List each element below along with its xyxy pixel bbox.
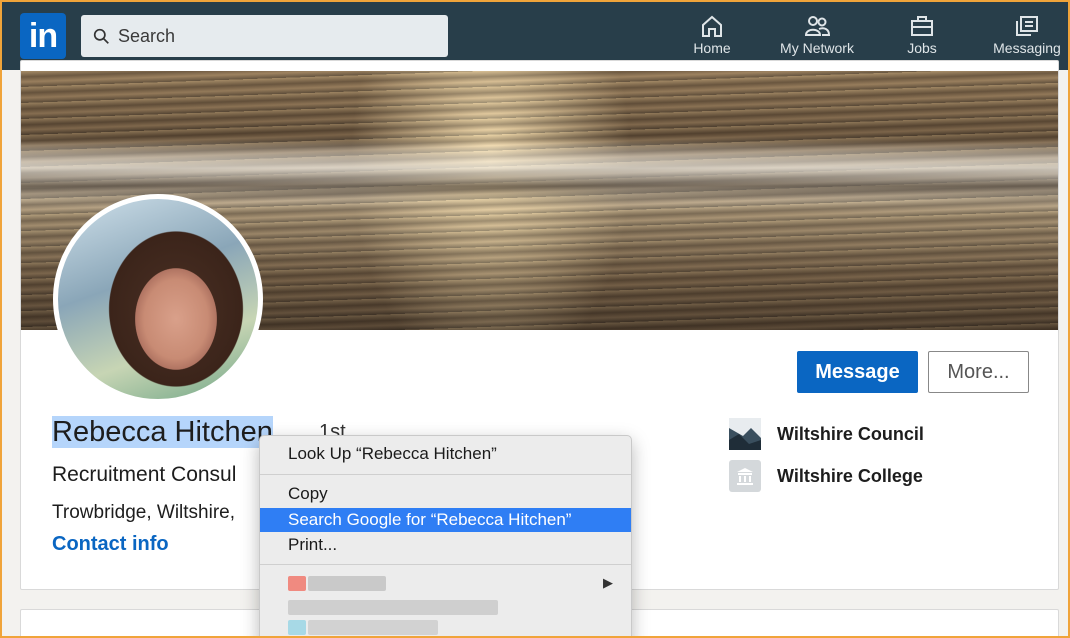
blurred-app-icon: [288, 620, 306, 635]
profile-name: Rebecca Hitchen: [52, 416, 273, 449]
menu-item-blurred-service[interactable]: ▶: [260, 573, 631, 597]
menu-item-print[interactable]: Print...: [260, 533, 631, 557]
profile-headline: Recruitment Consul: [52, 463, 237, 486]
blurred-label: [288, 600, 498, 615]
nav-my-network[interactable]: My Network: [771, 14, 863, 64]
menu-item-copy[interactable]: Copy: [260, 482, 631, 506]
organization-name: Wiltshire Council: [777, 423, 924, 444]
menu-item-look-up[interactable]: Look Up “Rebecca Hitchen”: [260, 442, 631, 466]
message-button[interactable]: Message: [797, 351, 918, 393]
context-menu: Look Up “Rebecca Hitchen” Copy Search Go…: [259, 435, 632, 638]
messaging-icon: [1016, 16, 1038, 36]
menu-separator: [260, 564, 631, 565]
blurred-label: [308, 620, 438, 635]
search-box[interactable]: [81, 15, 448, 57]
banner-wave: [21, 141, 1058, 201]
nav-jobs-label: Jobs: [907, 40, 937, 56]
nav-my-network-label: My Network: [780, 40, 854, 56]
profile-name-selected-text[interactable]: Rebecca Hitchen: [52, 416, 273, 448]
nav-messaging[interactable]: Messaging: [985, 14, 1069, 64]
home-icon: [702, 15, 722, 37]
nav-home[interactable]: Home: [689, 14, 735, 64]
submenu-arrow-icon: ▶: [603, 575, 613, 590]
linkedin-logo[interactable]: in: [20, 13, 66, 59]
menu-separator: [260, 474, 631, 475]
organization-wiltshire-council[interactable]: Wiltshire Council: [729, 418, 924, 450]
blurred-label: [308, 576, 386, 591]
organization-wiltshire-college[interactable]: Wiltshire College: [729, 460, 923, 492]
school-icon: [729, 460, 761, 492]
briefcase-icon: [911, 16, 933, 36]
contact-info-link[interactable]: Contact info: [52, 533, 169, 556]
more-button[interactable]: More...: [928, 351, 1029, 393]
organization-name: Wiltshire College: [777, 465, 923, 486]
nav-messaging-label: Messaging: [993, 40, 1061, 56]
network-icon: [804, 16, 830, 36]
menu-item-blurred-service[interactable]: [260, 616, 631, 638]
avatar[interactable]: [53, 194, 263, 404]
company-logo-icon: [729, 418, 761, 450]
search-input[interactable]: [118, 25, 418, 47]
profile-location: Trowbridge, Wiltshire,: [52, 502, 236, 523]
nav-jobs[interactable]: Jobs: [901, 14, 943, 64]
blurred-app-icon: [288, 576, 306, 591]
nav-home-label: Home: [693, 40, 731, 56]
search-icon: [93, 28, 109, 44]
menu-item-search-google[interactable]: Search Google for “Rebecca Hitchen”: [260, 508, 631, 532]
